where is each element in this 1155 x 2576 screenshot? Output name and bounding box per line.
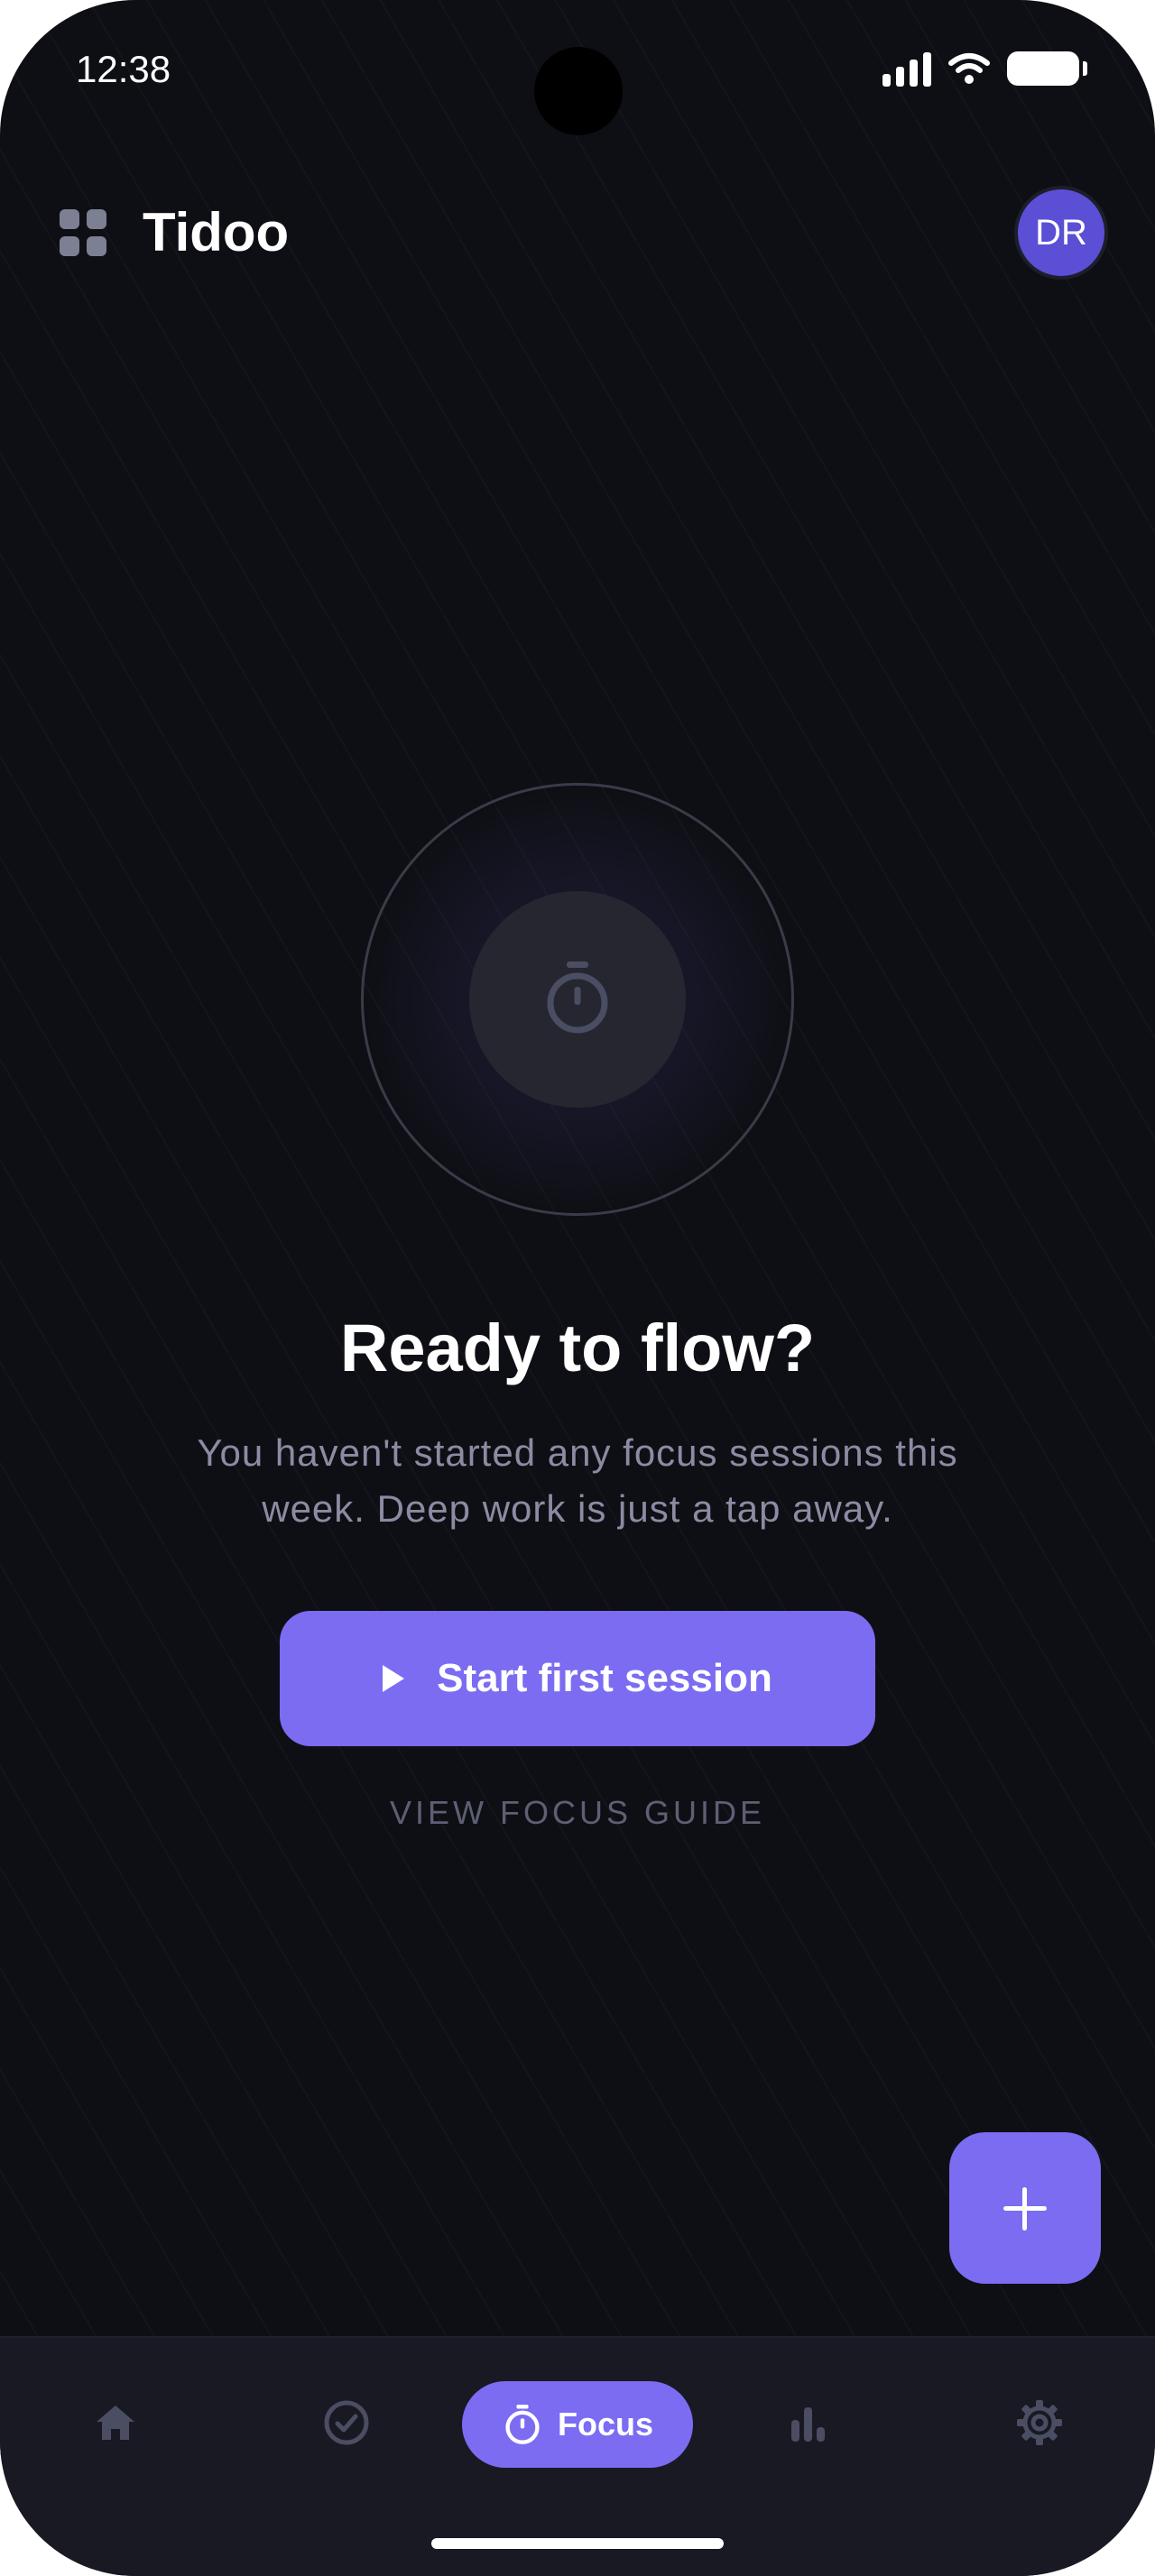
check-circle-icon	[324, 2400, 369, 2445]
nav-tasks[interactable]	[319, 2396, 374, 2450]
home-icon	[97, 2406, 134, 2440]
nav-focus-label: Focus	[557, 2406, 653, 2443]
bar-chart-icon	[791, 2407, 825, 2442]
play-icon	[383, 1665, 405, 1692]
app-title: Tidoo	[143, 202, 290, 262]
app-grid-icon[interactable]	[60, 209, 106, 256]
start-button-label: Start first session	[437, 1656, 772, 1700]
signal-icon	[882, 51, 931, 87]
nav-home[interactable]	[88, 2396, 143, 2450]
gear-icon	[1017, 2400, 1062, 2445]
add-button[interactable]	[949, 2132, 1101, 2284]
timer-icon	[505, 2405, 540, 2444]
nav-settings[interactable]	[1012, 2396, 1067, 2450]
battery-icon	[1007, 51, 1087, 86]
stopwatch-icon	[547, 961, 608, 1034]
start-first-session-button[interactable]: Start first session	[280, 1611, 875, 1746]
view-focus-guide-link[interactable]: VIEW FOCUS GUIDE	[0, 1791, 1155, 1835]
nav-focus-active[interactable]: Focus	[462, 2381, 693, 2468]
status-icons	[882, 51, 1087, 87]
camera-cutout	[534, 47, 623, 135]
empty-state-description: You haven't started any focus sessions t…	[197, 1431, 958, 1530]
empty-state-title: Ready to flow?	[339, 1311, 816, 1385]
home-indicator[interactable]	[431, 2538, 724, 2549]
app-header: Tidoo DR	[60, 180, 1108, 289]
avatar[interactable]: DR	[1014, 186, 1108, 280]
phone-screen: 12:38 Tidoo DR Ready to flow? You haven'…	[0, 0, 1155, 2576]
status-time: 12:38	[76, 48, 171, 90]
wifi-icon	[948, 53, 990, 84]
nav-stats[interactable]	[781, 2396, 836, 2450]
